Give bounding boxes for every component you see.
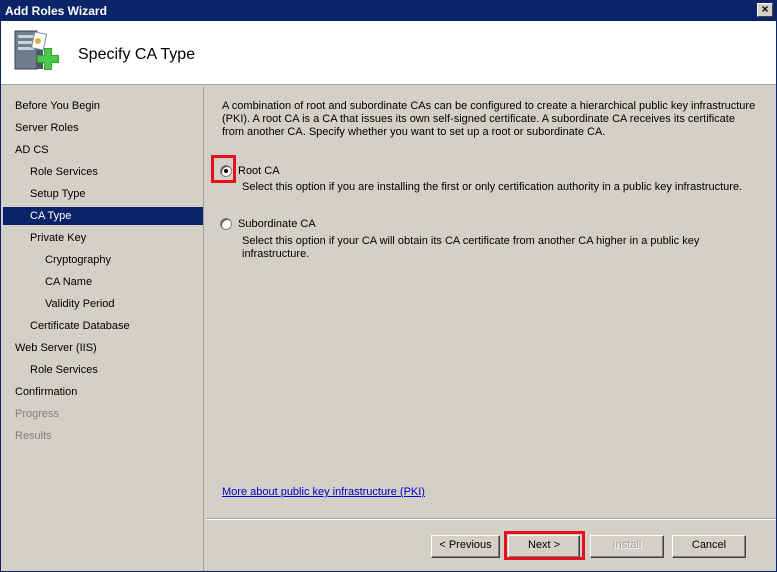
page-title: Specify CA Type: [78, 46, 196, 63]
close-icon: ×: [761, 2, 769, 16]
footer-divider: [206, 518, 776, 520]
nav-certificate-database[interactable]: Certificate Database: [30, 317, 130, 335]
root-ca-radio[interactable]: [220, 165, 232, 177]
cancel-button[interactable]: Cancel: [672, 535, 746, 558]
nav-results: Results: [15, 430, 52, 442]
title-bar[interactable]: Add Roles Wizard ×: [1, 1, 776, 21]
wizard-content: A combination of root and subordinate CA…: [206, 87, 776, 517]
nav-cryptography[interactable]: Cryptography: [45, 251, 111, 269]
nav-web-server-iis[interactable]: Web Server (IIS): [15, 339, 97, 357]
root-ca-description: Select this option if you are installing…: [242, 181, 743, 193]
nav-ca-type[interactable]: CA Type: [3, 207, 203, 225]
subordinate-ca-radio[interactable]: [220, 218, 232, 230]
nav-setup-type[interactable]: Setup Type: [30, 185, 85, 203]
nav-server-roles[interactable]: Server Roles: [15, 119, 79, 137]
wizard-header: Specify CA Type: [1, 21, 776, 85]
ca-type-description: A combination of root and subordinate CA…: [222, 100, 756, 138]
nav-validity-period[interactable]: Validity Period: [45, 295, 115, 313]
add-roles-wizard-window: Add Roles Wizard × Specify CA Type Befor…: [0, 0, 777, 572]
next-button[interactable]: Next >: [508, 535, 580, 558]
nav-role-services[interactable]: Role Services: [30, 163, 98, 181]
subordinate-ca-description: Select this option if your CA will obtai…: [242, 235, 700, 260]
wizard-steps-sidebar: Before You Begin Server Roles AD CS Role…: [1, 87, 204, 571]
nav-ad-cs[interactable]: AD CS: [15, 141, 49, 159]
close-button[interactable]: ×: [757, 3, 773, 17]
subordinate-ca-label[interactable]: Subordinate CA: [238, 218, 316, 230]
nav-private-key[interactable]: Private Key: [30, 229, 86, 247]
server-add-role-icon: [14, 30, 59, 70]
window-title: Add Roles Wizard: [5, 4, 107, 18]
nav-confirmation[interactable]: Confirmation: [15, 383, 77, 401]
nav-progress: Progress: [15, 408, 60, 420]
nav-before-you-begin[interactable]: Before You Begin: [15, 97, 100, 115]
nav-iis-role-services[interactable]: Role Services: [30, 361, 98, 379]
previous-button[interactable]: < Previous: [431, 535, 500, 558]
install-button: Install: [590, 535, 664, 558]
pki-help-link[interactable]: More about public key infrastructure (PK…: [222, 486, 425, 498]
nav-ca-name[interactable]: CA Name: [45, 273, 92, 291]
root-ca-label[interactable]: Root CA: [238, 165, 280, 177]
